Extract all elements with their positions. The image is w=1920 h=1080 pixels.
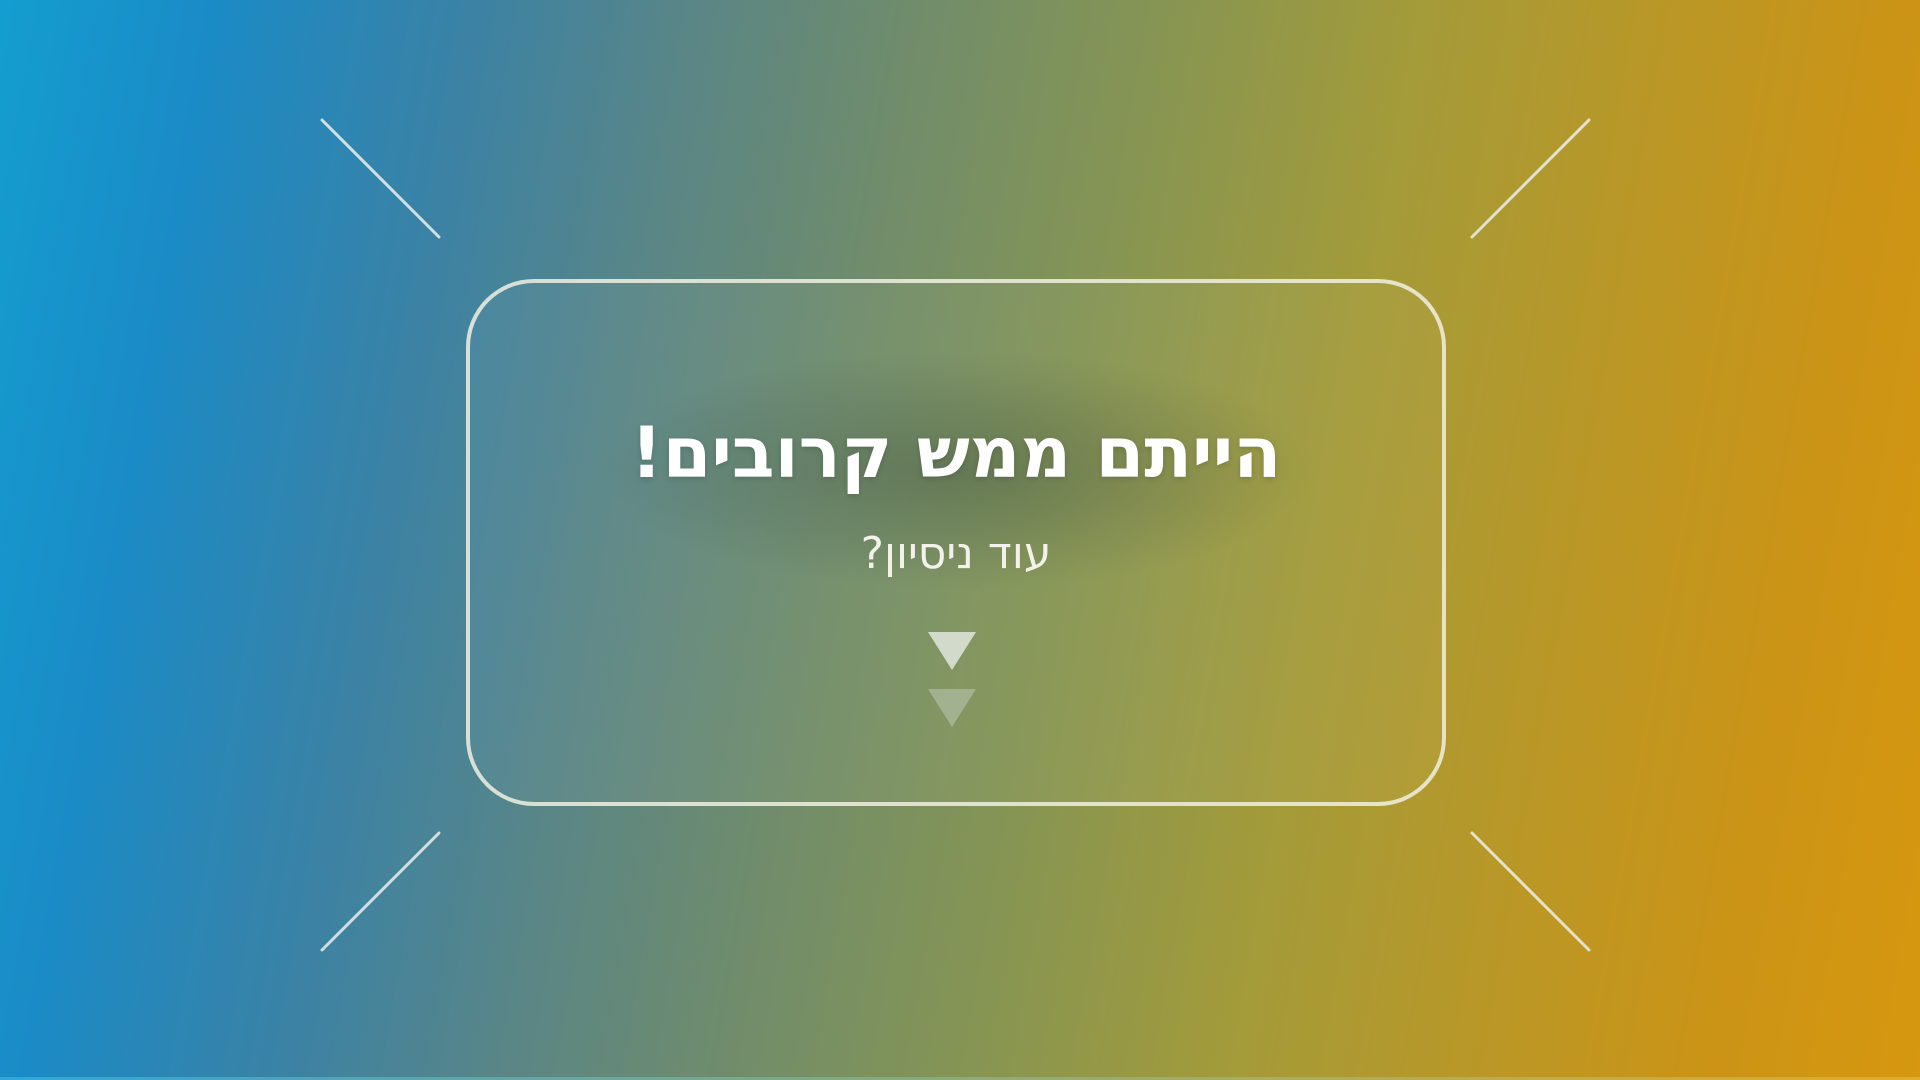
double-chevron-down-icon[interactable]: [924, 630, 980, 730]
chevron-upper: [928, 632, 976, 670]
corner-line-top-left: [320, 118, 441, 239]
chevron-lower: [928, 689, 976, 727]
corner-line-bottom-right: [1470, 831, 1591, 952]
corner-line-top-right: [1470, 118, 1591, 239]
retry-prompt[interactable]: עוד ניסיון?: [466, 524, 1446, 584]
result-title: הייתם ממש קרובים!: [630, 412, 1282, 494]
corner-line-bottom-left: [320, 831, 441, 952]
